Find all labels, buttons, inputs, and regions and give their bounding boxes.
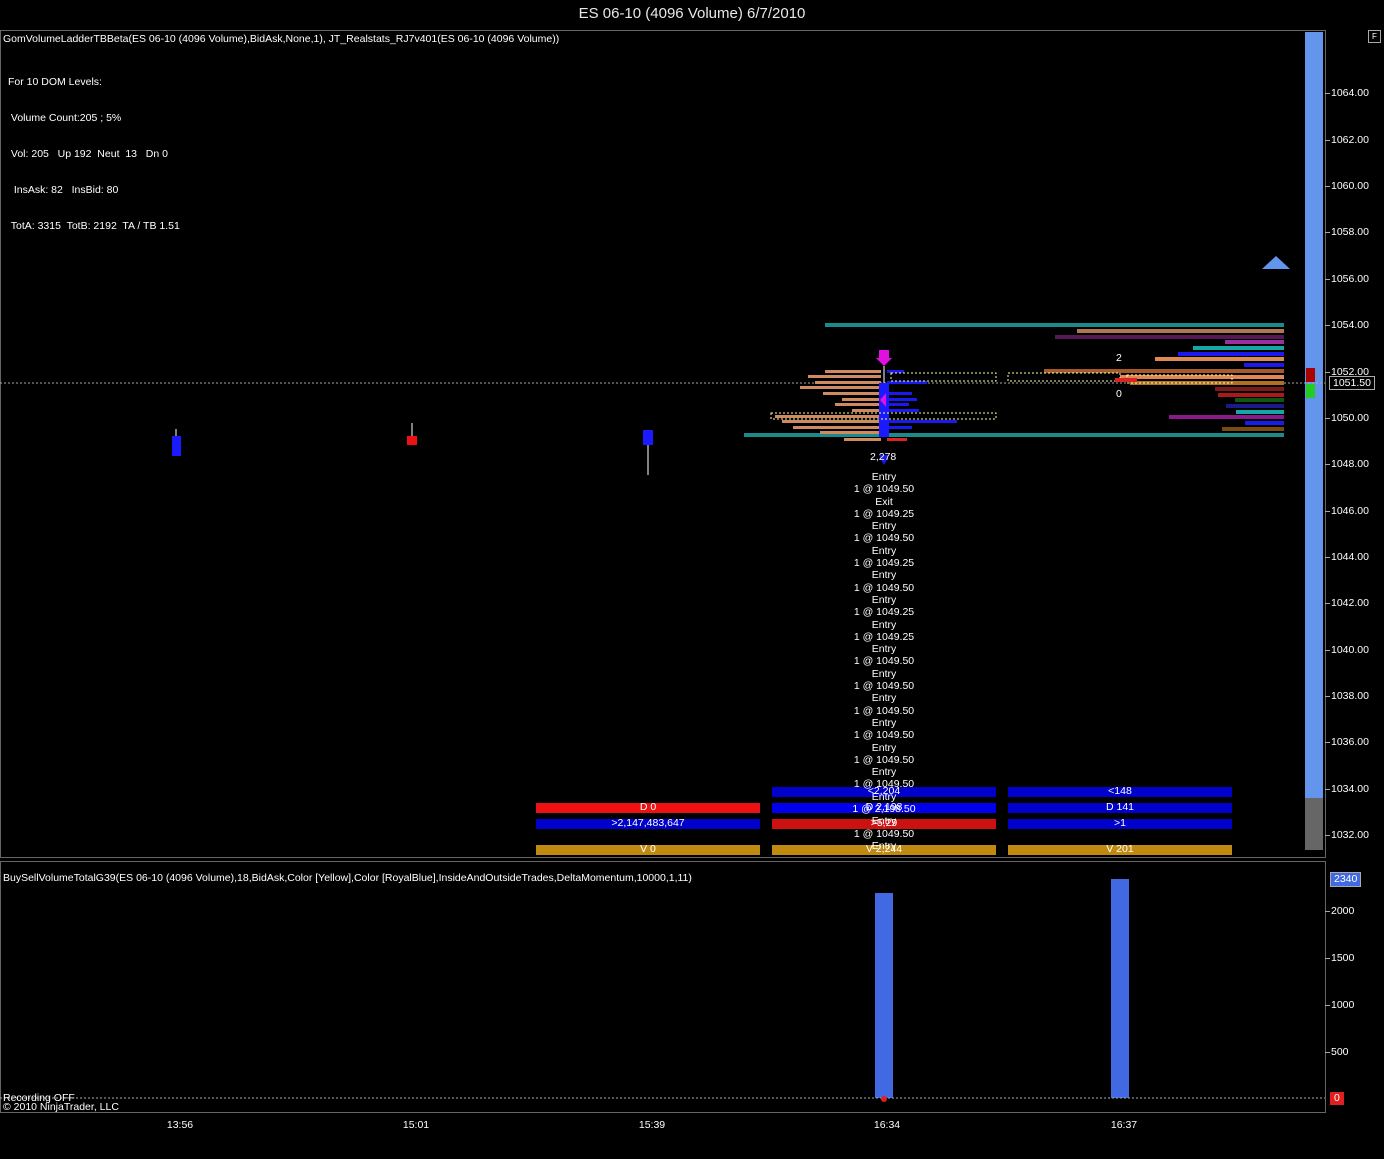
trade-execution-label: 1 @ 1049.50 bbox=[853, 655, 915, 668]
stat-bar-delta: D 2,198 bbox=[865, 801, 903, 813]
stat-bar-top: <2,204 bbox=[867, 785, 901, 797]
price-tick: 1044.00 bbox=[1331, 551, 1369, 563]
stats-line: InsAsk: 82 InsBid: 80 bbox=[8, 184, 119, 196]
time-tick: 15:39 bbox=[638, 1119, 666, 1131]
trade-execution-label: 1 @ 1049.50 bbox=[853, 704, 915, 717]
volume-zero-tag: 0 bbox=[1330, 1092, 1344, 1105]
trade-execution-label: Entry bbox=[871, 471, 897, 483]
price-tick: 1036.00 bbox=[1331, 736, 1369, 748]
trade-execution-label: 1 @ 1049.50 bbox=[853, 532, 915, 545]
stat-bar-top: <148 bbox=[1108, 785, 1132, 797]
price-tick: 1050.00 bbox=[1331, 412, 1369, 424]
trade-execution-label: 1 @ 1049.50 bbox=[853, 729, 915, 742]
price-indicator-label: GomVolumeLadderTBBeta(ES 06-10 (4096 Vol… bbox=[3, 33, 560, 45]
stats-line: Vol: 205 Up 192 Neut 13 Dn 0 bbox=[8, 148, 168, 160]
trade-execution-label: Entry bbox=[871, 643, 897, 656]
float-toggle-button[interactable]: F bbox=[1368, 30, 1381, 43]
trade-execution-label: Entry bbox=[871, 667, 897, 680]
trade-execution-label: Entry bbox=[871, 766, 897, 779]
trade-execution-label: Entry bbox=[871, 544, 897, 557]
stat-bar-volume: >5,29 bbox=[870, 817, 898, 829]
trade-execution-label: 1 @ 1049.25 bbox=[853, 557, 915, 570]
volume-tick: 2000 bbox=[1331, 905, 1355, 917]
price-tick: 1040.00 bbox=[1331, 644, 1369, 656]
trade-execution-label: 1 @ 1049.25 bbox=[853, 507, 915, 520]
volume-label: 2,278 bbox=[870, 451, 897, 463]
realstats-readout: For 10 DOM Levels: Volume Count:205 ; 5%… bbox=[8, 52, 180, 244]
trade-execution-label: 1 @ 1049.50 bbox=[853, 483, 915, 496]
price-tick: 1062.00 bbox=[1331, 134, 1369, 146]
trade-execution-label: Entry bbox=[871, 520, 897, 533]
trade-execution-label: Entry bbox=[871, 716, 897, 729]
trade-execution-label: Entry bbox=[871, 618, 897, 631]
volume-tick: 500 bbox=[1331, 1046, 1349, 1058]
price-tick: 1046.00 bbox=[1331, 505, 1369, 517]
trade-execution-label: 1 @ 1049.25 bbox=[853, 630, 915, 643]
trade-execution-label: Entry bbox=[871, 692, 897, 705]
stat-bar-volume: >1 bbox=[1114, 817, 1126, 829]
stat-bar-total: V 201 bbox=[1106, 843, 1134, 855]
price-tick: 1056.00 bbox=[1331, 273, 1369, 285]
trade-execution-label: Entry bbox=[871, 593, 897, 606]
time-tick: 16:34 bbox=[873, 1119, 901, 1131]
trade-execution-label: 1 @ 1049.50 bbox=[853, 753, 915, 766]
price-tick: 1058.00 bbox=[1331, 226, 1369, 238]
window-title: ES 06-10 (4096 Volume) 6/7/2010 bbox=[0, 0, 1384, 28]
trade-execution-label: Entry bbox=[871, 569, 897, 582]
trade-execution-label: 1 @ 1049.25 bbox=[853, 606, 915, 619]
copyright: © 2010 NinjaTrader, LLC bbox=[3, 1101, 119, 1113]
price-tick: 1038.00 bbox=[1331, 690, 1369, 702]
stat-bar-delta: D 0 bbox=[639, 801, 657, 813]
trade-execution-label: Entry bbox=[871, 741, 897, 754]
price-tick: 1060.00 bbox=[1331, 180, 1369, 192]
stat-bar-total: V 2,244 bbox=[865, 843, 903, 855]
volume-tick: 1000 bbox=[1331, 999, 1355, 1011]
stat-bar-volume: >2,147,483,647 bbox=[611, 817, 685, 829]
stats-line: Volume Count:205 ; 5% bbox=[8, 112, 122, 124]
time-tick: 16:37 bbox=[1110, 1119, 1138, 1131]
price-tick: 1054.00 bbox=[1331, 319, 1369, 331]
price-tick: 1032.00 bbox=[1331, 829, 1369, 841]
price-tick: 1034.00 bbox=[1331, 783, 1369, 795]
trade-execution-label: 1 @ 1049.50 bbox=[853, 680, 915, 693]
stats-line: For 10 DOM Levels: bbox=[8, 76, 102, 88]
volume-panel bbox=[0, 861, 1326, 1113]
current-price-tag: 1051.50 bbox=[1329, 376, 1375, 390]
price-panel bbox=[0, 30, 1326, 858]
volume-current-tag: 2340 bbox=[1330, 872, 1362, 887]
trade-execution-list: Entry 1 @ 1049.50 Exit 1 @ 1049.25 Entry 1 @ … bbox=[834, 471, 934, 857]
stat-bar-delta: D 141 bbox=[1105, 801, 1135, 813]
count-label: 2 bbox=[1116, 352, 1122, 364]
time-tick: 13:56 bbox=[166, 1119, 194, 1131]
stat-bar-total: V 0 bbox=[640, 843, 656, 855]
price-tick: 1064.00 bbox=[1331, 87, 1369, 99]
time-tick: 15:01 bbox=[402, 1119, 430, 1131]
price-tick: 1042.00 bbox=[1331, 597, 1369, 609]
stats-line: TotA: 3315 TotB: 2192 TA / TB 1.51 bbox=[8, 220, 180, 232]
trade-execution-label: 1 @ 1049.50 bbox=[853, 581, 915, 594]
trade-execution-label: Exit bbox=[875, 495, 893, 508]
count-label: 0 bbox=[1116, 388, 1122, 400]
price-tick: 1048.00 bbox=[1331, 458, 1369, 470]
trade-execution-label: 1 @ 1049.50 bbox=[853, 827, 915, 840]
volume-tick: 1500 bbox=[1331, 952, 1355, 964]
volume-indicator-label: BuySellVolumeTotalG39(ES 06-10 (4096 Vol… bbox=[3, 872, 692, 884]
